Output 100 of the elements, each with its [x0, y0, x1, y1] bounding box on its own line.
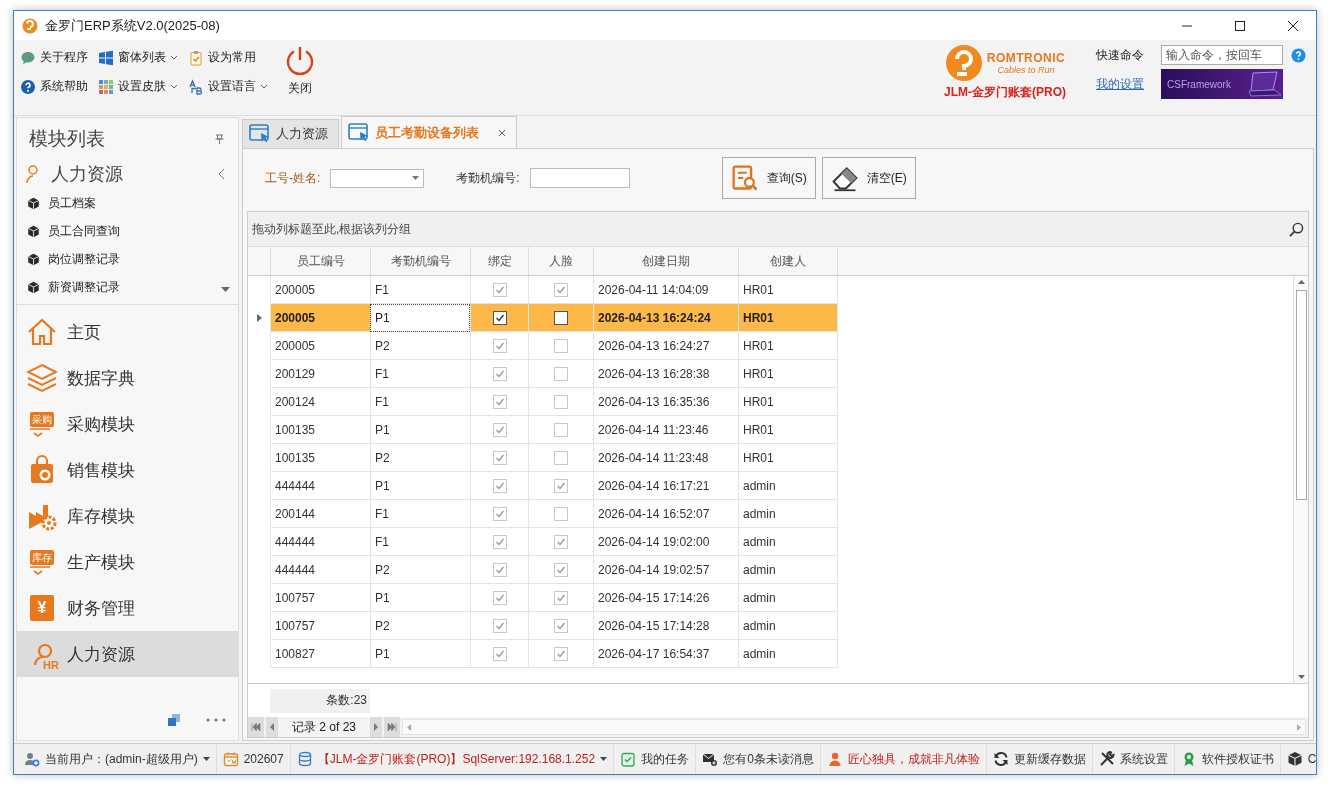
toolbar-button[interactable]: 关于程序 [18, 46, 90, 69]
icon-label: ¥ [29, 595, 55, 621]
caret-icon [170, 83, 178, 90]
refresh-icon [992, 751, 1009, 767]
scroll-left-icon[interactable] [407, 723, 412, 731]
sidebar-title: 模块列表 [29, 127, 105, 151]
column-header[interactable]: 考勤机编号 [370, 247, 470, 275]
table-cell: F1 [370, 528, 470, 556]
windows-stack-icon[interactable] [168, 714, 180, 726]
last-page-icon[interactable] [384, 717, 401, 737]
module-item[interactable]: 库存模块 [17, 493, 238, 539]
caret-icon [412, 176, 420, 180]
collapse-icon[interactable] [218, 168, 226, 180]
previous-icon[interactable] [266, 717, 278, 737]
logo-icon [944, 44, 983, 82]
module-item[interactable]: 库存 生产模块 [17, 539, 238, 585]
sidebar-item[interactable]: 员工档案 [27, 194, 238, 212]
table-cell: 200129 [270, 360, 370, 388]
mail-icon [702, 751, 719, 767]
status-item[interactable]: 202607 [216, 744, 291, 774]
scroll-up-icon[interactable] [1297, 280, 1305, 284]
column-header[interactable]: 创建日期 [593, 247, 738, 275]
toolbar-button[interactable]: 设置皮肤 [96, 75, 180, 98]
more-icon[interactable] [206, 718, 226, 722]
pin-icon[interactable] [215, 134, 224, 144]
scrollbar[interactable] [402, 719, 1306, 735]
scroll-down-icon[interactable] [221, 287, 230, 292]
column-header[interactable]: 绑定 [470, 247, 528, 275]
close-button[interactable]: 关闭 [278, 44, 322, 97]
table-cell: admin [738, 640, 838, 668]
caret-icon [202, 757, 210, 761]
action-button[interactable]: 清空(E) [821, 157, 916, 199]
toolbar-button[interactable]: 系统帮助 [18, 75, 90, 98]
status-item[interactable]: 您有0条未读消息 [696, 744, 821, 774]
cube-icon [1286, 751, 1303, 767]
status-item[interactable]: 匠心独具，成就非凡体验 [820, 744, 987, 774]
scrollbar[interactable] [1293, 276, 1308, 683]
column-header[interactable]: 员工编号 [270, 247, 370, 275]
table-cell: HR01 [738, 304, 838, 332]
icon-label: 采购 [30, 411, 54, 427]
status-item[interactable]: 软件授权证书 [1174, 744, 1281, 774]
sidebar-item[interactable]: 岗位调整记录 [27, 250, 238, 268]
module-item[interactable]: ¥ 财务管理 [17, 585, 238, 631]
table-cell: 2026-04-13 16:24:27 [593, 332, 738, 360]
table-row[interactable]: 200005 P1 2026-04-13 16:24:24 HR01 [248, 304, 1293, 332]
table-cell: P1 [370, 472, 470, 500]
field-label: 工号-姓名: [265, 169, 321, 187]
table-cell: 2026-04-13 16:28:38 [593, 360, 738, 388]
status-item[interactable]: 系统设置 [1092, 744, 1175, 774]
toolbar-button[interactable]: 设置语言 [186, 75, 270, 98]
first-page-icon[interactable] [248, 717, 264, 737]
module-item[interactable]: 销售模块 [17, 447, 238, 493]
table-cell: 2026-04-14 11:23:48 [593, 444, 738, 472]
column-header[interactable]: 人脸 [528, 247, 593, 275]
tab[interactable]: 人力资源 [242, 119, 339, 148]
status-item[interactable]: C [1280, 744, 1316, 774]
close-icon[interactable] [1287, 19, 1299, 32]
my-settings-link[interactable]: 我的设置 [1096, 75, 1153, 93]
module-item[interactable]: 数据字典 [17, 355, 238, 401]
module-item[interactable]: HR 人力资源 [17, 631, 238, 677]
next-icon[interactable] [370, 717, 383, 737]
action-button[interactable]: 查询(S) [721, 157, 816, 199]
table-cell: 444444 [270, 472, 370, 500]
toolbar-button[interactable]: 窗体列表 [96, 46, 180, 69]
checkbox[interactable] [492, 310, 507, 325]
table-cell: HR01 [738, 332, 838, 360]
help-icon[interactable] [1291, 47, 1306, 63]
input-field[interactable] [529, 168, 630, 188]
window-pointer-icon [348, 122, 370, 143]
status-item[interactable]: 更新缓存数据 [986, 744, 1093, 774]
column-header[interactable]: 创建人 [738, 247, 838, 275]
table-cell: 2026-04-13 16:35:36 [593, 388, 738, 416]
group-title[interactable]: 人力资源 [51, 162, 212, 186]
status-item[interactable]: 我的任务 [614, 744, 697, 774]
scroll-down-icon[interactable] [1297, 675, 1305, 679]
layers-icon [26, 362, 58, 394]
command-field[interactable]: 输入命令，按回车 [1161, 45, 1283, 65]
search-icon[interactable] [1289, 221, 1304, 237]
maximize-icon[interactable] [1234, 19, 1246, 32]
table-cell: P1 [370, 640, 470, 668]
speech-bubble-icon [20, 49, 36, 66]
toolbar-button[interactable]: 设为常用 [186, 46, 258, 69]
module-item[interactable]: 主页 [17, 309, 238, 355]
table-cell: 100757 [270, 612, 370, 640]
dropdown-field[interactable] [330, 168, 425, 188]
checkbox[interactable] [554, 310, 568, 325]
module-item[interactable]: 采购 采购模块 [17, 401, 238, 447]
sidebar-item[interactable]: 薪资调整记录 [27, 278, 238, 296]
table-cell: P1 [370, 416, 470, 444]
table-cell: 2026-04-14 19:02:00 [593, 528, 738, 556]
table-cell: admin [738, 472, 838, 500]
sidebar-item[interactable]: 员工合同查询 [27, 222, 238, 240]
table-cell: P2 [370, 332, 470, 360]
status-item[interactable]: 当前用户：(admin-超级用户) [18, 744, 217, 774]
table-cell: 2026-04-14 16:17:21 [593, 472, 738, 500]
table-cell: P1 [370, 584, 470, 612]
status-item[interactable]: 【JLM-金罗门账套(PRO)】SqlServer:192.168.1.252 [290, 744, 615, 774]
scroll-right-icon[interactable] [1297, 723, 1301, 731]
color-grid-icon [98, 78, 114, 95]
field-label: 考勤机编号: [456, 169, 520, 187]
